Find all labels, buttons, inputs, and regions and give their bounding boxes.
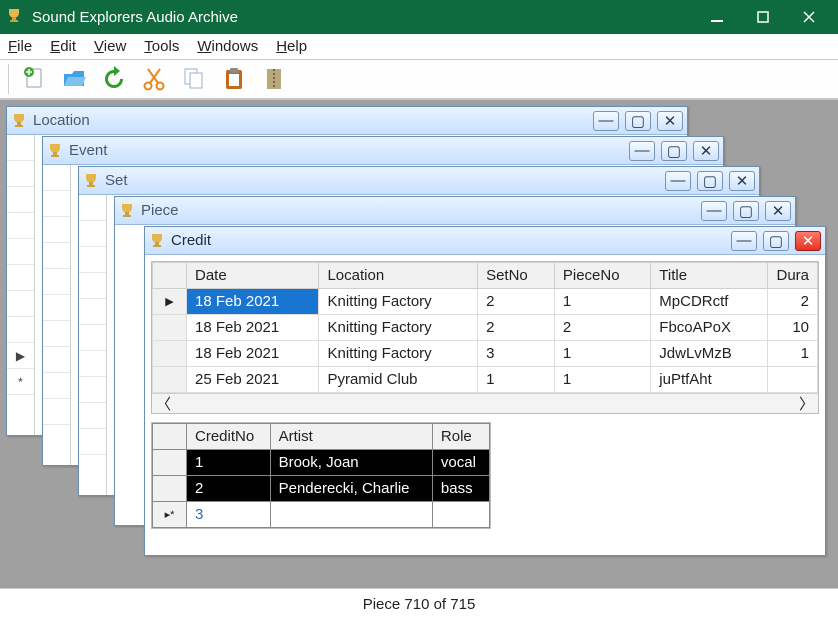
child-close-piece[interactable]: ✕ <box>765 201 791 221</box>
menu-help[interactable]: Help <box>276 38 307 55</box>
credit-grid-header-row: CreditNo Artist Role <box>153 424 490 450</box>
grid-stub-event <box>43 165 71 465</box>
child-maximize-credit[interactable]: ▢ <box>763 231 789 251</box>
mdi-workspace: Location — ▢ ✕ ▶ * Event — ▢ ✕ <box>0 100 838 588</box>
col-artist[interactable]: Artist <box>270 424 432 450</box>
table-row[interactable]: 1 Brook, Joan vocal <box>153 450 490 476</box>
col-creditno[interactable]: CreditNo <box>187 424 271 450</box>
menu-edit[interactable]: Edit <box>50 38 76 55</box>
status-text: Piece 710 of 715 <box>363 596 476 613</box>
toolbar-refresh-button[interactable] <box>96 62 132 96</box>
table-row[interactable]: 18 Feb 2021 Knitting Factory 3 1 JdwLvMz… <box>153 341 818 367</box>
child-titlebar-event[interactable]: Event — ▢ ✕ <box>43 137 723 165</box>
col-pieceno[interactable]: PieceNo <box>554 263 650 289</box>
child-close-location[interactable]: ✕ <box>657 111 683 131</box>
menu-tools[interactable]: Tools <box>144 38 179 55</box>
col-title[interactable]: Title <box>651 263 768 289</box>
master-grid[interactable]: Date Location SetNo PieceNo Title Dura ▶… <box>151 261 819 414</box>
scroll-right-icon[interactable]: 〉 <box>799 393 814 414</box>
table-row[interactable]: ▶ 18 Feb 2021 Knitting Factory 2 1 MpCDR… <box>153 289 818 315</box>
col-setno[interactable]: SetNo <box>478 263 555 289</box>
window-close-button[interactable] <box>786 0 832 34</box>
col-date[interactable]: Date <box>187 263 319 289</box>
menu-view[interactable]: View <box>94 38 126 55</box>
app-title: Sound Explorers Audio Archive <box>32 9 694 26</box>
col-duration[interactable]: Dura <box>768 263 818 289</box>
child-title-piece: Piece <box>141 202 701 219</box>
row-header-blank <box>153 263 187 289</box>
app-icon <box>6 8 24 26</box>
window-minimize-button[interactable] <box>694 0 740 34</box>
child-maximize-event[interactable]: ▢ <box>661 141 687 161</box>
trophy-icon <box>149 233 165 249</box>
child-window-credit[interactable]: Credit — ▢ ✕ Date Location SetNo PieceNo… <box>144 226 826 556</box>
row-indicator-new: ▸* <box>153 502 187 528</box>
child-minimize-location[interactable]: — <box>593 111 619 131</box>
child-titlebar-credit[interactable]: Credit — ▢ ✕ <box>145 227 825 255</box>
child-title-location: Location <box>33 112 593 129</box>
child-close-event[interactable]: ✕ <box>693 141 719 161</box>
child-title-set: Set <box>105 172 665 189</box>
child-maximize-location[interactable]: ▢ <box>625 111 651 131</box>
child-minimize-credit[interactable]: — <box>731 231 757 251</box>
child-title-event: Event <box>69 142 629 159</box>
menu-windows[interactable]: Windows <box>197 38 258 55</box>
trophy-icon <box>119 203 135 219</box>
menu-file[interactable]: File <box>8 38 32 55</box>
credit-body: Date Location SetNo PieceNo Title Dura ▶… <box>145 255 825 555</box>
cell-duration[interactable]: 2 <box>768 289 818 315</box>
child-titlebar-location[interactable]: Location — ▢ ✕ <box>7 107 687 135</box>
toolbar-separator <box>8 64 12 94</box>
child-minimize-event[interactable]: — <box>629 141 655 161</box>
table-row-new[interactable]: ▸* 3 <box>153 502 490 528</box>
toolbar-copy-button[interactable] <box>176 62 212 96</box>
titlebar: Sound Explorers Audio Archive <box>0 0 838 34</box>
row-indicator-current: ▶ <box>153 289 187 315</box>
credit-grid[interactable]: CreditNo Artist Role 1 Brook, Joan vocal… <box>151 422 491 529</box>
trophy-icon <box>47 143 63 159</box>
cell-pieceno[interactable]: 1 <box>554 289 650 315</box>
toolbar-new-button[interactable] <box>16 62 52 96</box>
cell-title[interactable]: MpCDRctf <box>651 289 768 315</box>
table-row[interactable]: 18 Feb 2021 Knitting Factory 2 2 FbcoAPo… <box>153 315 818 341</box>
grid-stub-location: ▶ * <box>7 135 35 435</box>
statusbar: Piece 710 of 715 <box>0 588 838 620</box>
grid-stub-set <box>79 195 107 495</box>
col-role[interactable]: Role <box>432 424 489 450</box>
table-row[interactable]: 2 Penderecki, Charlie bass <box>153 476 490 502</box>
toolbar <box>0 60 838 100</box>
cell-date[interactable]: 18 Feb 2021 <box>187 289 319 315</box>
trophy-icon <box>11 113 27 129</box>
cell-location[interactable]: Knitting Factory <box>319 289 478 315</box>
child-titlebar-set[interactable]: Set — ▢ ✕ <box>79 167 759 195</box>
col-location[interactable]: Location <box>319 263 478 289</box>
child-close-credit[interactable]: ✕ <box>795 231 821 251</box>
toolbar-open-button[interactable] <box>56 62 92 96</box>
child-minimize-set[interactable]: — <box>665 171 691 191</box>
window-maximize-button[interactable] <box>740 0 786 34</box>
cell-setno[interactable]: 2 <box>478 289 555 315</box>
child-titlebar-piece[interactable]: Piece — ▢ ✕ <box>115 197 795 225</box>
child-maximize-set[interactable]: ▢ <box>697 171 723 191</box>
toolbar-cut-button[interactable] <box>136 62 172 96</box>
scroll-left-icon[interactable]: 〈 <box>156 393 171 414</box>
child-minimize-piece[interactable]: — <box>701 201 727 221</box>
master-grid-hscroll[interactable]: 〈〉 <box>152 393 818 413</box>
menubar: File Edit View Tools Windows Help <box>0 34 838 60</box>
child-maximize-piece[interactable]: ▢ <box>733 201 759 221</box>
child-close-set[interactable]: ✕ <box>729 171 755 191</box>
toolbar-zip-button[interactable] <box>256 62 292 96</box>
toolbar-paste-button[interactable] <box>216 62 252 96</box>
master-grid-header-row: Date Location SetNo PieceNo Title Dura <box>153 263 818 289</box>
child-title-credit: Credit <box>171 232 731 249</box>
table-row[interactable]: 25 Feb 2021 Pyramid Club 1 1 juPtfAht <box>153 367 818 393</box>
trophy-icon <box>83 173 99 189</box>
